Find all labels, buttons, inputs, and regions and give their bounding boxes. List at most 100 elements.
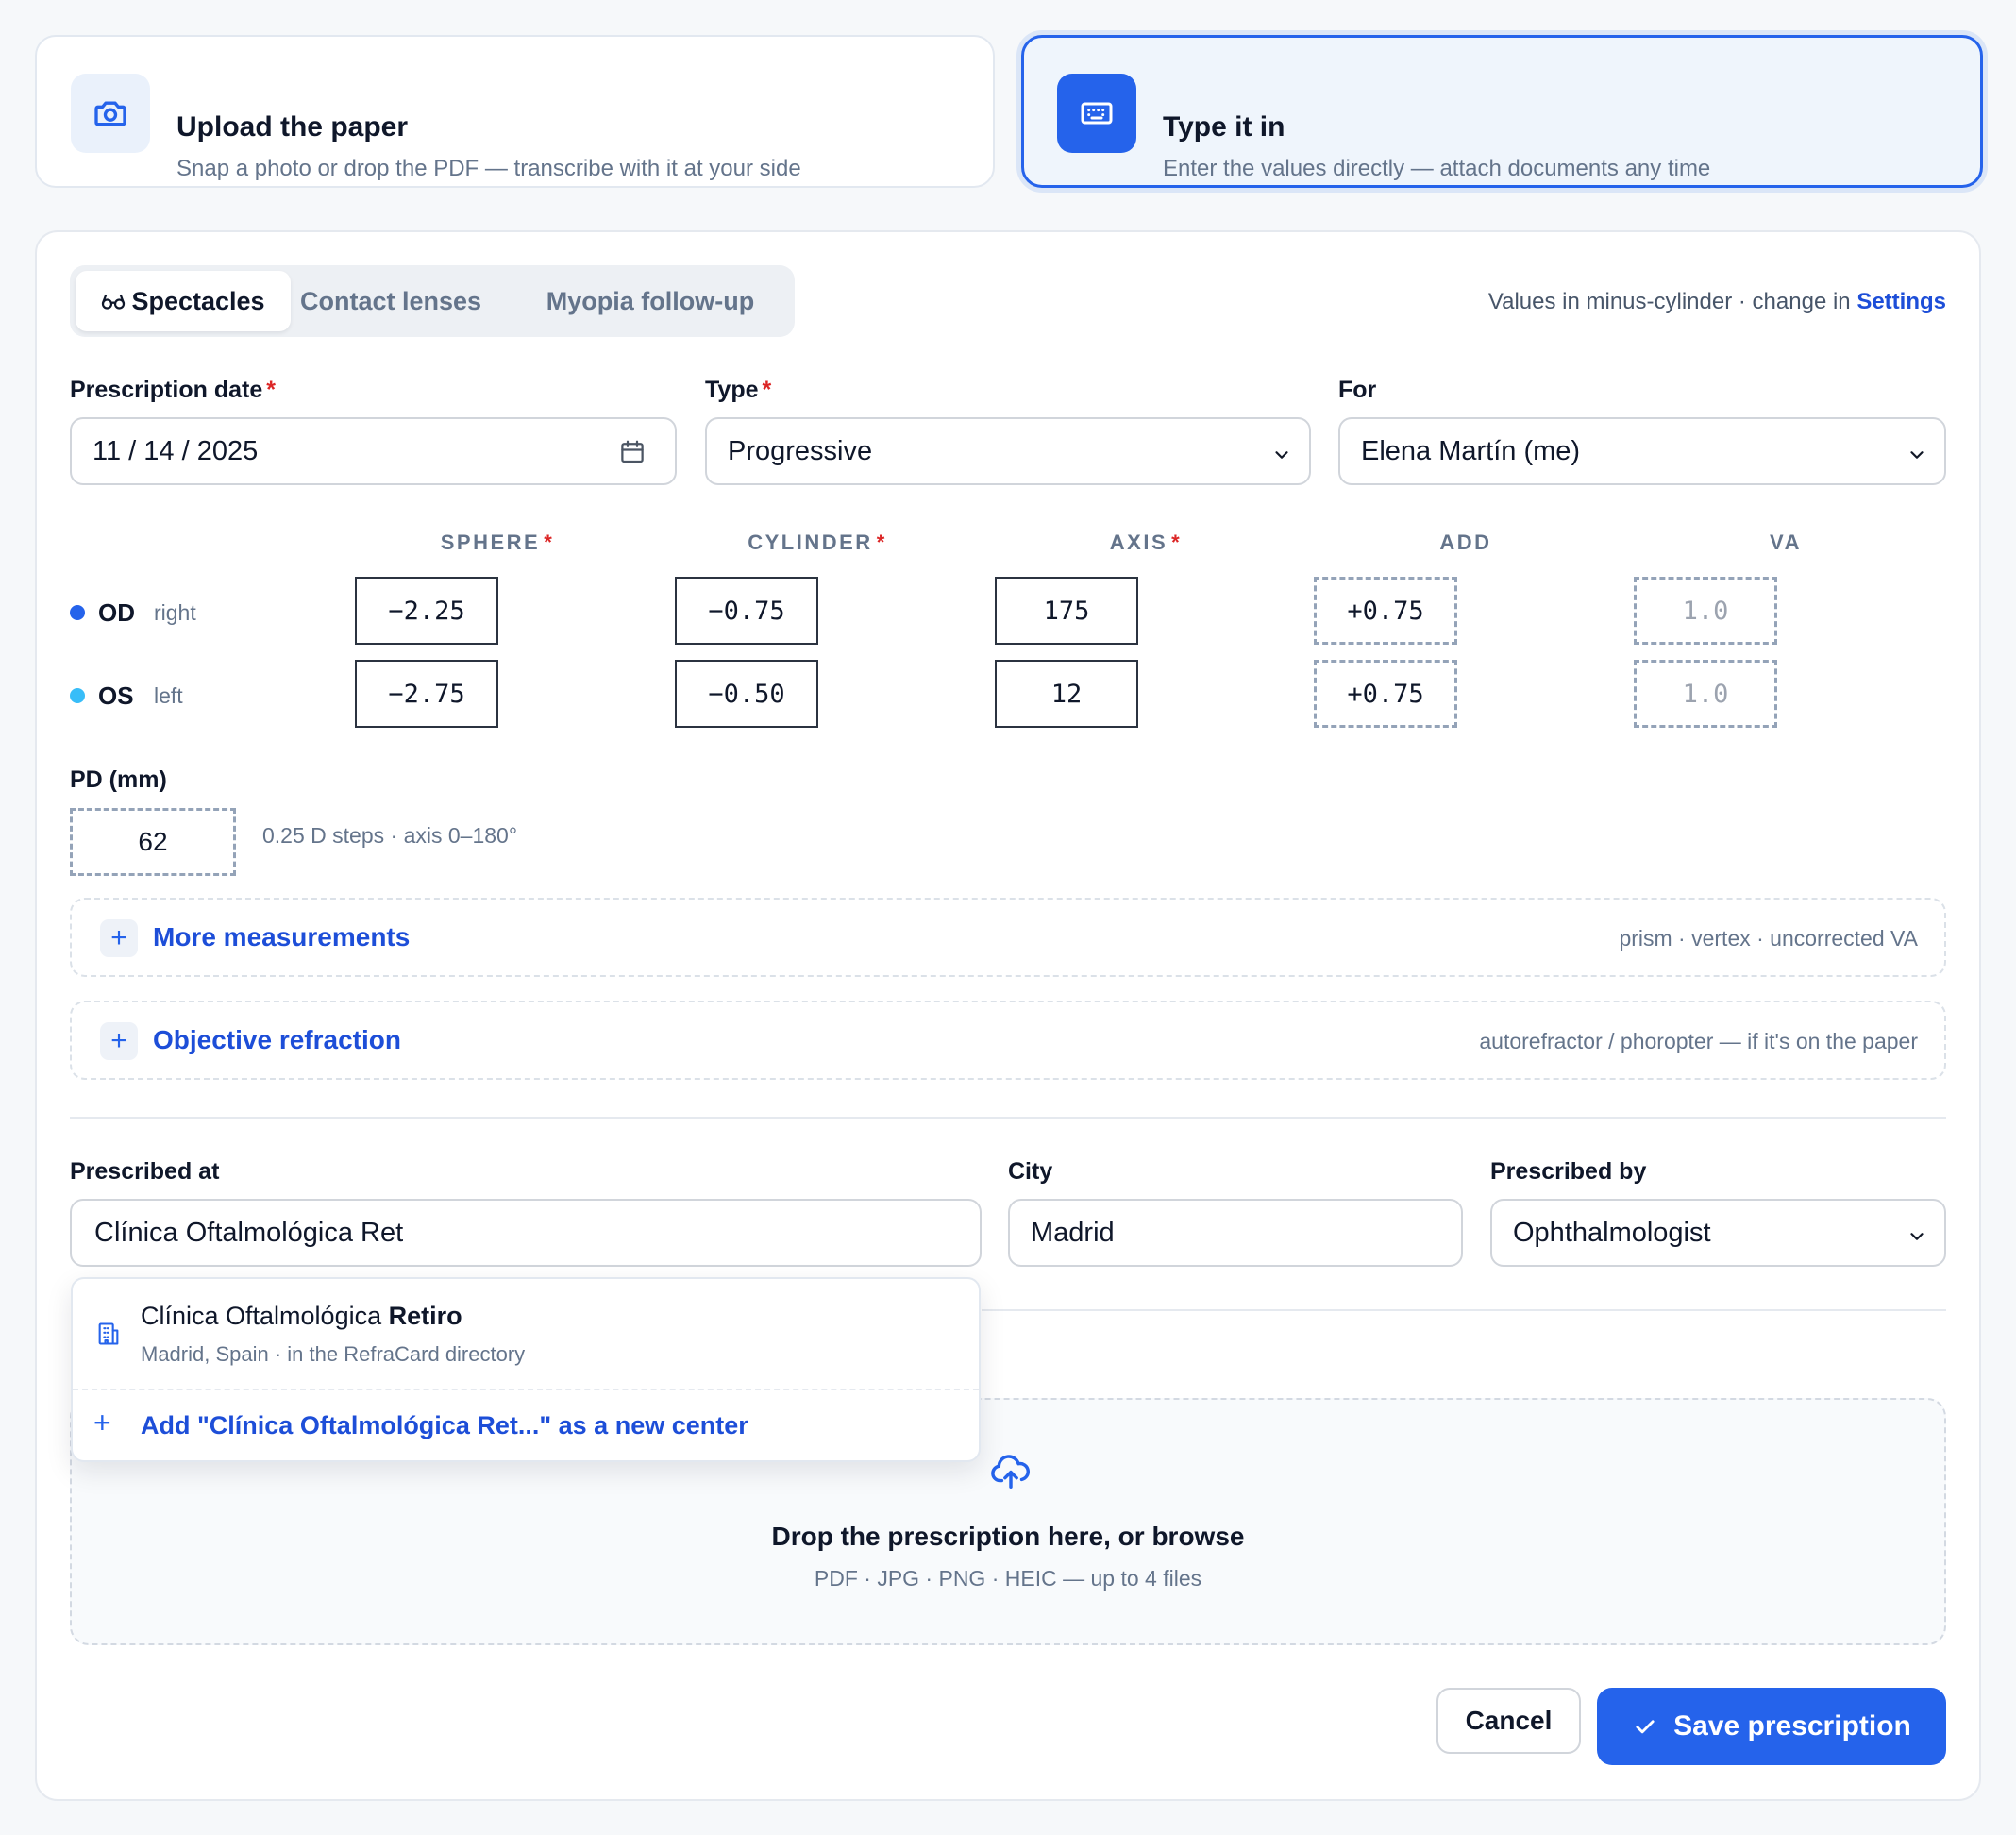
for-label: For [1338,377,1377,403]
section-divider [70,1117,1946,1119]
tab-contact-lenses-label: Contact lenses [299,286,482,315]
required-asterisk: * [544,530,555,554]
more-measurements-toggle[interactable]: + More measurements prism · vertex · unc… [70,898,1946,977]
more-measurements-title: More measurements [153,922,411,951]
od-side-label: right [154,600,196,625]
objective-refraction-note: autorefractor / phoropter — if it's on t… [1479,1029,1918,1053]
cancel-button[interactable]: Cancel [1436,1688,1581,1754]
os-add-input[interactable]: +0.75 [1314,660,1457,728]
os-axis-input[interactable]: 12 [995,660,1138,728]
chevron-down-icon [1271,442,1292,473]
os-label: OS [98,682,134,710]
sphere-header-text: SPHERE [440,530,541,554]
od-sphere-input[interactable]: −2.25 [355,577,498,645]
os-va-input[interactable]: 1.0 [1634,660,1777,728]
clinic-suggestions-dropdown: Clínica Oftalmológica Retiro Madrid, Spa… [71,1277,981,1462]
prescribed-at-input[interactable]: Clínica Oftalmológica Ret [70,1199,982,1267]
required-asterisk: * [266,377,276,403]
add-new-center-option[interactable]: + Add "Clínica Oftalmológica Ret..." as … [73,1390,979,1462]
cylinder-note-text: Values in minus-cylinder · change in [1487,289,1857,314]
suggestion-item[interactable]: Clínica Oftalmológica Retiro Madrid, Spa… [73,1279,979,1388]
os-sphere-input[interactable]: −2.75 [355,660,498,728]
prescribed-at-label: Prescribed at [70,1158,220,1185]
for-select[interactable]: Elena Martín (me) [1338,417,1946,485]
suggestion-name-match: Retiro [388,1302,462,1330]
prescription-date-field[interactable]: 11 / 14 / 2025 [70,417,677,485]
for-select-value: Elena Martín (me) [1361,435,1581,466]
chevron-down-icon [1907,442,1927,473]
od-va-input[interactable]: 1.0 [1634,577,1777,645]
prescription-type-tabs: Spectacles Contact lenses Myopia follow-… [70,265,795,337]
required-asterisk: * [762,377,772,403]
city-input[interactable]: Madrid [1008,1199,1463,1267]
prescribed-by-label: Prescribed by [1490,1158,1647,1185]
add-new-center-label: Add "Clínica Oftalmológica Ret..." as a … [141,1411,748,1439]
required-asterisk: * [876,530,887,554]
city-label: City [1008,1158,1053,1185]
section-divider [982,1309,1946,1311]
os-side-label: left [154,683,183,708]
keyboard-icon [1057,74,1136,153]
upload-card-subtitle: Snap a photo or drop the PDF — transcrib… [176,156,801,181]
tab-spectacles[interactable]: Spectacles [76,271,291,331]
save-prescription-button[interactable]: Save prescription [1597,1688,1946,1765]
dropzone-title: Drop the prescription here, or browse [771,1522,1245,1551]
prescribed-at-value: Clínica Oftalmológica Ret [94,1217,404,1248]
type-label-text: Type [705,377,759,403]
settings-link[interactable]: Settings [1856,289,1946,314]
camera-icon [71,74,150,153]
add-column-header: ADD [1439,530,1492,554]
upload-card-title: Upload the paper [176,111,409,143]
suggestion-name: Clínica Oftalmológica Retiro [141,1302,462,1331]
cylinder-column-header: CYLINDER * [742,530,893,555]
upload-paper-card[interactable]: Upload the paper Snap a photo or drop th… [35,35,995,188]
dropzone-subtitle: PDF · JPG · PNG · HEIC — up to 4 files [814,1566,1202,1591]
prescription-date-label-text: Prescription date [70,377,263,403]
tab-spectacles-label: Spectacles [131,286,265,315]
prescription-date-value: 11 / 14 / 2025 [92,435,259,466]
objective-refraction-title: Objective refraction [153,1025,401,1054]
prescribed-by-select[interactable]: Ophthalmologist [1490,1199,1946,1267]
va-column-header: VA [1770,530,1802,554]
chevron-down-icon [1907,1223,1927,1254]
od-label: OD [98,598,135,627]
od-axis-input[interactable]: 175 [995,577,1138,645]
type-card-subtitle: Enter the values directly — attach docum… [1163,156,1711,181]
type-select[interactable]: Progressive [705,417,1311,485]
plus-icon: + [100,1022,138,1060]
pd-label: PD (mm) [70,766,167,793]
prescription-date-label: Prescription date * [70,377,276,404]
tab-contact-lenses[interactable]: Contact lenses [296,271,485,331]
type-select-value: Progressive [728,435,873,466]
suggestion-detail: Madrid, Spain · in the RefraCard directo… [141,1342,526,1366]
plus-icon: + [100,919,138,957]
glasses-icon [101,292,126,311]
save-prescription-label: Save prescription [1673,1710,1911,1742]
suggestion-name-prefix: Clínica Oftalmológica [141,1302,389,1330]
city-value: Madrid [1031,1217,1115,1248]
cloud-upload-icon [989,1449,1033,1497]
rx-steps-hint: 0.25 D steps · axis 0–180° [262,823,518,848]
more-measurements-note: prism · vertex · uncorrected VA [1619,926,1918,951]
cylinder-header-text: CYLINDER [748,530,873,554]
cylinder-convention-note: Values in minus-cylinder · change in Set… [1488,289,1946,315]
type-it-in-card[interactable]: Type it in Enter the values directly — a… [1021,35,1983,188]
prescribed-by-value: Ophthalmologist [1513,1217,1711,1248]
pd-input[interactable]: 62 [70,808,236,876]
axis-header-text: AXIS [1109,530,1168,554]
od-add-input[interactable]: +0.75 [1314,577,1457,645]
axis-column-header: AXIS * [1070,530,1221,555]
check-icon [1632,1713,1658,1740]
calendar-icon[interactable] [618,438,647,474]
sphere-column-header: SPHERE * [422,530,573,555]
tab-myopia-follow-up[interactable]: Myopia follow-up [542,271,759,331]
os-indicator-dot [70,688,85,703]
od-cylinder-input[interactable]: −0.75 [675,577,818,645]
od-indicator-dot [70,605,85,620]
plus-icon: + [93,1406,111,1439]
tab-myopia-label: Myopia follow-up [546,286,755,315]
building-icon [95,1321,122,1352]
type-label: Type * [705,377,771,404]
objective-refraction-toggle[interactable]: + Objective refraction autorefractor / p… [70,1001,1946,1080]
os-cylinder-input[interactable]: −0.50 [675,660,818,728]
